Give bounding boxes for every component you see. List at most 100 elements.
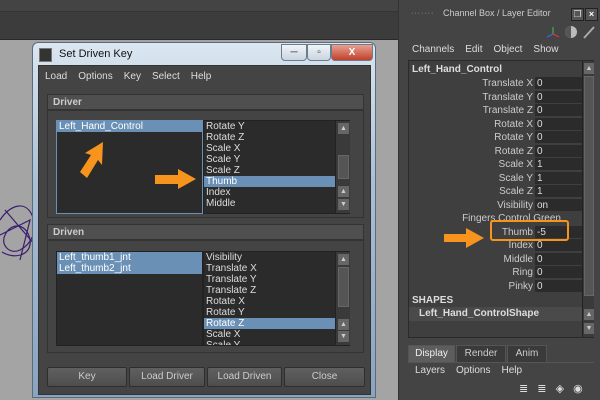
menu-edit[interactable]: Edit xyxy=(465,44,482,55)
channel-row[interactable]: Scale X1 xyxy=(409,158,583,171)
channel-value-field[interactable]: on xyxy=(535,198,583,211)
channel-value-field[interactable]: -5 xyxy=(535,225,583,238)
driven-attribute-item[interactable]: Translate Z xyxy=(204,285,349,296)
maximize-button[interactable]: ▫ xyxy=(307,44,331,61)
minimize-button[interactable]: ─ xyxy=(281,44,307,61)
node-name[interactable]: Left_Hand_Control xyxy=(412,64,502,75)
channel-row[interactable]: Pinky 0 xyxy=(409,279,583,293)
load-driver-button[interactable]: Load Driver xyxy=(129,367,205,387)
channel-value-field[interactable]: 0 xyxy=(535,104,583,116)
channel-value-field[interactable]: 0 xyxy=(535,239,583,251)
new-empty-layer-icon[interactable]: ◈ xyxy=(556,383,564,395)
scroll-down-icon[interactable]: ▼ xyxy=(584,323,594,334)
channel-label[interactable]: Index xyxy=(509,239,533,252)
channel-row[interactable]: Translate Y0 xyxy=(409,90,583,104)
driven-object-list[interactable]: Left_thumb1_jnt Left_thumb2_jnt xyxy=(56,251,203,346)
tab-render[interactable]: Render xyxy=(456,345,506,362)
channel-label[interactable]: Scale Z xyxy=(499,185,533,198)
channel-label[interactable]: Rotate X xyxy=(494,118,533,131)
layer-display-icon[interactable] xyxy=(565,26,577,38)
channel-value-field[interactable]: 0 xyxy=(535,117,583,130)
driven-object-item[interactable]: Left_thumb2_jnt xyxy=(57,263,202,274)
channel-label[interactable]: Visibility xyxy=(497,199,533,212)
menu-options[interactable]: Options xyxy=(78,71,112,82)
arrow-icon[interactable] xyxy=(583,26,595,39)
menu-layers[interactable]: Layers xyxy=(415,365,445,376)
menu-load[interactable]: Load xyxy=(45,71,67,82)
move-layer-up-icon[interactable]: ≣ xyxy=(519,383,528,395)
channel-label[interactable]: Ring xyxy=(512,266,533,279)
scroll-up-icon[interactable]: ▲ xyxy=(584,63,594,74)
tab-display[interactable]: Display xyxy=(408,345,455,362)
menu-layer-help[interactable]: Help xyxy=(501,365,522,376)
channel-scrollbar[interactable]: ▲ ▲ ▼ xyxy=(582,61,594,337)
driver-attribute-item[interactable]: Thumb xyxy=(204,176,349,187)
menu-help[interactable]: Help xyxy=(191,71,212,82)
channel-label[interactable]: Translate Y xyxy=(482,91,533,104)
scroll-thumb[interactable] xyxy=(338,267,349,307)
channel-label[interactable]: Rotate Y xyxy=(494,131,533,144)
load-driven-button[interactable]: Load Driven xyxy=(207,367,282,387)
channel-row[interactable]: Scale Z1 xyxy=(409,185,583,198)
driven-object-item[interactable]: Left_thumb1_jnt xyxy=(57,252,202,263)
channel-label[interactable]: Middle xyxy=(504,253,533,266)
driver-object-list[interactable]: Left_Hand_Control xyxy=(56,120,203,214)
scroll-up-icon[interactable]: ▲ xyxy=(338,123,349,134)
driver-object-item[interactable]: Left_Hand_Control xyxy=(57,121,202,132)
channel-value-field[interactable]: 1 xyxy=(535,171,583,184)
scroll-up-icon[interactable]: ▲ xyxy=(338,319,349,330)
scroll-up-icon[interactable]: ▲ xyxy=(338,254,349,265)
channel-row[interactable]: Visibility on xyxy=(409,198,583,212)
drag-handle[interactable]: ······· xyxy=(411,10,434,17)
driven-attribute-list[interactable]: Visibility Translate X Translate Y Translat… xyxy=(203,251,350,346)
channel-row[interactable]: Rotate X0 xyxy=(409,117,583,131)
driven-attr-scrollbar[interactable]: ▲ ▲ ▼ xyxy=(335,252,350,345)
driven-attribute-item[interactable]: Rotate X xyxy=(204,296,349,307)
channel-value-field[interactable]: 0 xyxy=(535,90,583,103)
driver-attr-scrollbar[interactable]: ▲ ▲ ▼ xyxy=(335,121,350,213)
channel-value-field[interactable]: 1 xyxy=(535,185,583,197)
channel-label[interactable]: Translate X xyxy=(482,77,533,90)
driven-attribute-item[interactable]: Rotate Z xyxy=(204,318,349,329)
scroll-down-icon[interactable]: ▼ xyxy=(338,199,349,210)
driver-attribute-item[interactable]: Rotate Z xyxy=(204,132,349,143)
channel-label[interactable]: Pinky xyxy=(509,280,533,293)
close-button[interactable]: Close xyxy=(284,367,365,387)
driver-attribute-item[interactable]: Index xyxy=(204,187,349,198)
channel-label[interactable]: Scale Y xyxy=(499,172,533,185)
channel-row[interactable]: Ring 0 xyxy=(409,266,583,279)
channel-label[interactable]: Rotate Z xyxy=(495,145,533,158)
driver-attribute-item[interactable]: Scale Z xyxy=(204,165,349,176)
channel-row[interactable]: Rotate Y0 xyxy=(409,131,583,144)
channel-row[interactable]: Middle 0 xyxy=(409,252,583,266)
channel-row[interactable]: Index 0 xyxy=(409,239,583,252)
move-layer-down-icon[interactable]: ≣ xyxy=(537,383,546,395)
driver-section-header[interactable]: Driver xyxy=(47,94,364,110)
driver-attribute-item[interactable]: Scale X xyxy=(204,143,349,154)
key-button[interactable]: Key xyxy=(47,367,127,387)
menu-layer-options[interactable]: Options xyxy=(456,365,490,376)
menu-select[interactable]: Select xyxy=(152,71,180,82)
scroll-up-icon[interactable]: ▲ xyxy=(338,186,349,197)
channel-value-field[interactable]: 0 xyxy=(535,77,583,89)
driven-attribute-item[interactable]: Scale Y xyxy=(204,340,349,345)
axis-icon[interactable] xyxy=(546,27,560,38)
channel-value-field[interactable]: 1 xyxy=(535,158,583,170)
channel-label[interactable]: Fingers Control Green xyxy=(462,212,561,225)
channel-row[interactable]: Thumb -5 xyxy=(409,225,583,239)
channel-row[interactable]: Translate Z0 xyxy=(409,104,583,117)
channel-value-field[interactable]: 0 xyxy=(535,266,583,278)
driven-attribute-item[interactable]: Rotate Y xyxy=(204,307,349,318)
channel-row[interactable]: Fingers Control Green xyxy=(409,212,581,225)
driver-attribute-list[interactable]: Rotate Y Rotate Z Scale X Scale Y Scale Z Thu… xyxy=(203,120,350,214)
channel-value-field[interactable]: 0 xyxy=(535,252,583,265)
scroll-thumb[interactable] xyxy=(584,76,594,296)
close-panel-icon[interactable]: × xyxy=(585,8,598,21)
new-layer-selected-icon[interactable]: ◉ xyxy=(573,383,583,395)
scroll-thumb[interactable] xyxy=(338,155,349,179)
scroll-down-icon[interactable]: ▼ xyxy=(338,331,349,342)
tab-anim[interactable]: Anim xyxy=(507,345,547,362)
driven-attribute-item[interactable]: Visibility xyxy=(204,252,349,263)
driven-section-header[interactable]: Driven xyxy=(47,224,364,240)
shape-node-name[interactable]: Left_Hand_ControlShape xyxy=(409,307,583,321)
